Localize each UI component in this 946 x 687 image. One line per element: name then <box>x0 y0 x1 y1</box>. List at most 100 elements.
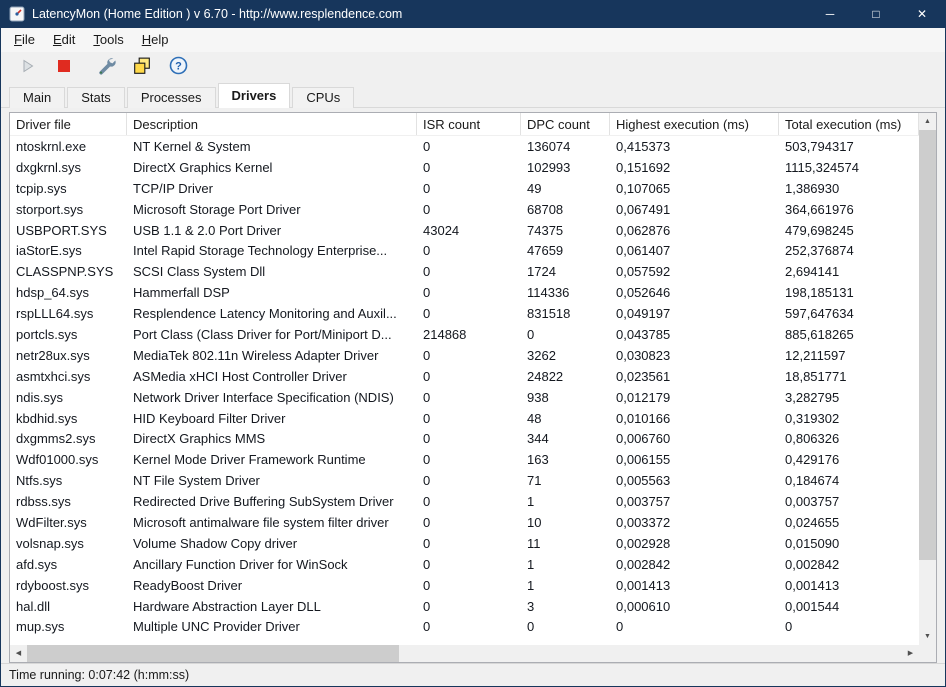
menu-edit[interactable]: Edit <box>44 28 84 52</box>
minimize-button[interactable]: ─ <box>807 0 853 28</box>
table-cell-dpc-count: 68708 <box>521 202 610 217</box>
table-row[interactable]: netr28ux.sysMediaTek 802.11n Wireless Ad… <box>10 345 919 366</box>
table-cell-dpc-count: 47659 <box>521 243 610 258</box>
table-cell-driver-file: rdbss.sys <box>10 494 127 509</box>
table-cell-isr-count: 43024 <box>417 223 521 238</box>
table-row[interactable]: CLASSPNP.SYSSCSI Class System Dll017240,… <box>10 261 919 282</box>
column-header-highest-execution-ms[interactable]: Highest execution (ms) <box>610 113 779 135</box>
table-cell-description: Microsoft Storage Port Driver <box>127 202 417 217</box>
table-cell-dpc-count: 344 <box>521 431 610 446</box>
menu-file[interactable]: File <box>5 28 44 52</box>
table-cell-dpc-count: 71 <box>521 473 610 488</box>
table-cell-highest-execution-ms: 0,049197 <box>610 306 779 321</box>
table-cell-description: Volume Shadow Copy driver <box>127 536 417 551</box>
table-row[interactable]: USBPORT.SYSUSB 1.1 & 2.0 Port Driver4302… <box>10 220 919 241</box>
table-cell-highest-execution-ms: 0,003757 <box>610 494 779 509</box>
table-cell-description: Intel Rapid Storage Technology Enterpris… <box>127 243 417 258</box>
scroll-left-arrow[interactable]: ◀ <box>10 645 27 662</box>
table-cell-dpc-count: 1 <box>521 494 610 509</box>
table-cell-highest-execution-ms: 0,002842 <box>610 557 779 572</box>
table-row[interactable]: portcls.sysPort Class (Class Driver for … <box>10 324 919 345</box>
table-cell-highest-execution-ms: 0 <box>610 619 779 634</box>
table-row[interactable]: afd.sysAncillary Function Driver for Win… <box>10 554 919 575</box>
table-cell-total-execution-ms: 0,184674 <box>779 473 919 488</box>
table-row[interactable]: storport.sysMicrosoft Storage Port Drive… <box>10 199 919 220</box>
table-cell-driver-file: volsnap.sys <box>10 536 127 551</box>
table-row[interactable]: volsnap.sysVolume Shadow Copy driver0110… <box>10 533 919 554</box>
column-header-isr-count[interactable]: ISR count <box>417 113 521 135</box>
start-monitor-button[interactable] <box>13 53 43 81</box>
table-row[interactable]: Wdf01000.sysKernel Mode Driver Framework… <box>10 449 919 470</box>
table-row[interactable]: tcpip.sysTCP/IP Driver0490,1070651,38693… <box>10 178 919 199</box>
options-button[interactable] <box>91 53 121 81</box>
table-row[interactable]: iaStorE.sysIntel Rapid Storage Technolog… <box>10 240 919 261</box>
wrench-icon <box>97 56 116 78</box>
horizontal-scroll-thumb[interactable] <box>27 645 399 662</box>
close-button[interactable]: ✕ <box>899 0 945 28</box>
table-row[interactable]: rdyboost.sysReadyBoost Driver010,0014130… <box>10 575 919 596</box>
tab-processes[interactable]: Processes <box>127 87 216 108</box>
scroll-right-arrow[interactable]: ▶ <box>902 645 919 662</box>
column-header-description[interactable]: Description <box>127 113 417 135</box>
scroll-up-arrow[interactable]: ▲ <box>919 113 936 130</box>
table-row[interactable]: mup.sysMultiple UNC Provider Driver0000 <box>10 616 919 637</box>
vertical-scroll-thumb[interactable] <box>919 130 936 560</box>
table-row[interactable]: asmtxhci.sysASMedia xHCI Host Controller… <box>10 366 919 387</box>
table-row[interactable]: dxgmms2.sysDirectX Graphics MMS03440,006… <box>10 428 919 449</box>
tab-drivers[interactable]: Drivers <box>218 83 291 108</box>
table-cell-isr-count: 0 <box>417 557 521 572</box>
stop-monitor-button[interactable] <box>49 53 79 81</box>
tab-main[interactable]: Main <box>9 87 65 108</box>
table-row[interactable]: Ntfs.sysNT File System Driver0710,005563… <box>10 470 919 491</box>
column-header-dpc-count[interactable]: DPC count <box>521 113 610 135</box>
table-cell-dpc-count: 48 <box>521 411 610 426</box>
scroll-down-arrow[interactable]: ▼ <box>919 628 936 645</box>
table-cell-isr-count: 0 <box>417 494 521 509</box>
table-cell-description: Resplendence Latency Monitoring and Auxi… <box>127 306 417 321</box>
maximize-button[interactable]: □ <box>853 0 899 28</box>
table-row[interactable]: ntoskrnl.exeNT Kernel & System01360740,4… <box>10 136 919 157</box>
table-cell-total-execution-ms: 0,806326 <box>779 431 919 446</box>
table-cell-total-execution-ms: 198,185131 <box>779 285 919 300</box>
column-header-driver-file[interactable]: Driver file <box>10 113 127 135</box>
table-row[interactable]: WdFilter.sysMicrosoft antimalware file s… <box>10 512 919 533</box>
table-row[interactable]: hdsp_64.sysHammerfall DSP01143360,052646… <box>10 282 919 303</box>
table-cell-highest-execution-ms: 0,023561 <box>610 369 779 384</box>
table-row[interactable]: rspLLL64.sysResplendence Latency Monitor… <box>10 303 919 324</box>
tab-stats[interactable]: Stats <box>67 87 125 108</box>
table-cell-isr-count: 0 <box>417 202 521 217</box>
tab-cpus[interactable]: CPUs <box>292 87 354 108</box>
table-cell-dpc-count: 74375 <box>521 223 610 238</box>
table-cell-isr-count: 0 <box>417 390 521 405</box>
table-cell-highest-execution-ms: 0,052646 <box>610 285 779 300</box>
menu-tools[interactable]: Tools <box>84 28 132 52</box>
vertical-scrollbar[interactable]: ▲ ▼ <box>919 113 936 645</box>
table-row[interactable]: rdbss.sysRedirected Drive Buffering SubS… <box>10 491 919 512</box>
table-cell-total-execution-ms: 885,618265 <box>779 327 919 342</box>
table-row[interactable]: hal.dllHardware Abstraction Layer DLL030… <box>10 596 919 617</box>
table-row[interactable]: dxgkrnl.sysDirectX Graphics Kernel010299… <box>10 157 919 178</box>
report-button[interactable] <box>127 53 157 81</box>
table-cell-isr-count: 0 <box>417 348 521 363</box>
menu-help[interactable]: Help <box>133 28 178 52</box>
help-button[interactable]: ? <box>163 53 193 81</box>
table-cell-isr-count: 0 <box>417 285 521 300</box>
table-cell-dpc-count: 1724 <box>521 264 610 279</box>
table-cell-description: Ancillary Function Driver for WinSock <box>127 557 417 572</box>
table-cell-driver-file: tcpip.sys <box>10 181 127 196</box>
menubar: FileEditToolsHelp <box>1 28 945 52</box>
table-cell-isr-count: 0 <box>417 181 521 196</box>
table-cell-total-execution-ms: 3,282795 <box>779 390 919 405</box>
table-row[interactable]: kbdhid.sysHID Keyboard Filter Driver0480… <box>10 408 919 429</box>
table-cell-dpc-count: 938 <box>521 390 610 405</box>
table-cell-total-execution-ms: 0,429176 <box>779 452 919 467</box>
table-cell-description: DirectX Graphics Kernel <box>127 160 417 175</box>
table-cell-total-execution-ms: 0 <box>779 619 919 634</box>
table-row[interactable]: ndis.sysNetwork Driver Interface Specifi… <box>10 387 919 408</box>
column-header-total-execution-ms[interactable]: Total execution (ms) <box>779 113 919 135</box>
table-cell-total-execution-ms: 0,002842 <box>779 557 919 572</box>
table-cell-description: TCP/IP Driver <box>127 181 417 196</box>
table-cell-dpc-count: 3262 <box>521 348 610 363</box>
horizontal-scrollbar[interactable]: ◀ ▶ <box>10 645 919 662</box>
stop-icon <box>57 59 71 76</box>
